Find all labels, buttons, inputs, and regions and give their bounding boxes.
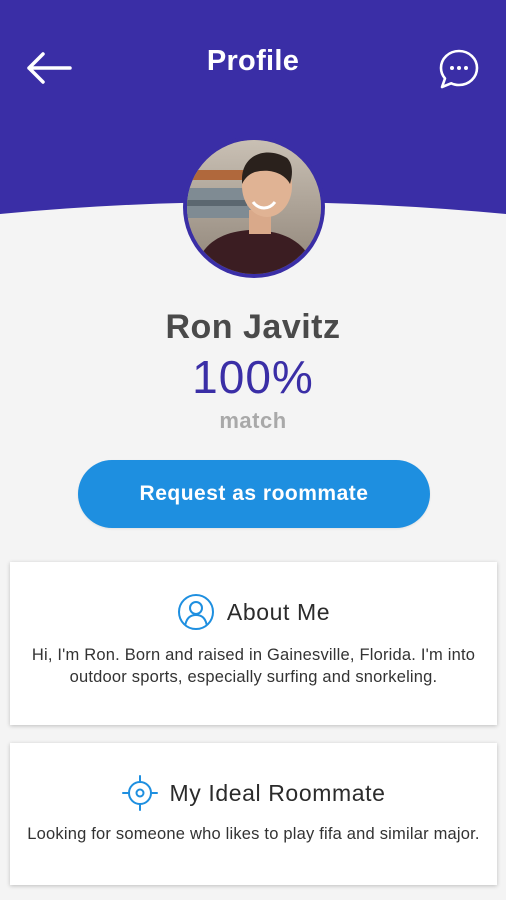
ideal-roommate-card: My Ideal Roommate Looking for someone wh… [10, 743, 497, 885]
about-me-title: About Me [226, 598, 331, 625]
ideal-roommate-title: My Ideal Roommate [169, 779, 386, 806]
target-icon [121, 775, 158, 811]
page-title: Profile [206, 45, 300, 77]
profile-name: Ron Javitz [165, 308, 341, 346]
match-label: match [219, 408, 287, 433]
chat-bubble-icon [439, 49, 479, 89]
ideal-roommate-header: My Ideal Roommate [26, 775, 481, 811]
request-roommate-button[interactable]: Request as roommate [78, 460, 430, 528]
about-me-card: About Me Hi, I'm Ron. Born and raised in… [10, 562, 497, 725]
profile-photo [187, 140, 321, 274]
user-circle-icon [177, 594, 214, 630]
match-percentage: 100% [192, 351, 314, 403]
about-me-header: About Me [26, 592, 481, 632]
ideal-roommate-text: Looking for someone who likes to play fi… [27, 825, 480, 843]
about-me-text: Hi, I'm Ron. Born and raised in Gainesvi… [31, 646, 476, 686]
chat-button[interactable] [432, 42, 486, 96]
avatar [183, 136, 325, 278]
